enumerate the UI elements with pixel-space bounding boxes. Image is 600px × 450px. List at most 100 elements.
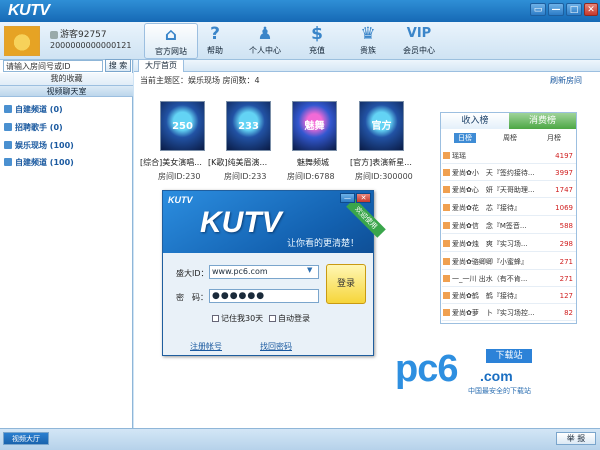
ranking-name: 爱尚✿骆卿卿『小蜜蜂』 [452, 258, 528, 266]
ranking-value: 271 [559, 258, 573, 266]
ranking-value: 1747 [555, 186, 573, 194]
help-icon: ? [210, 24, 220, 44]
dollar-icon: $ [311, 24, 323, 44]
tab-spending-ranking[interactable]: 消费榜 [509, 113, 576, 129]
status-bar [0, 428, 600, 450]
ranking-value: 3997 [555, 169, 573, 177]
room-id: 房间ID:230 [158, 172, 201, 181]
rank-icon [443, 204, 450, 211]
room-name[interactable]: [综合]美女演唱... [140, 157, 202, 168]
room-id: 房间ID:300000 [355, 172, 413, 181]
folder-icon [4, 105, 12, 113]
nav-label: 充值 [309, 46, 325, 55]
username-text: 游客92757 [60, 30, 107, 40]
avatar[interactable] [4, 26, 40, 56]
auto-login-label: 自动登录 [278, 314, 310, 323]
room-name[interactable]: 魅舞频城 [297, 157, 329, 168]
ranking-row[interactable]: 爱尚✿骆卿卿『小蜜蜂』 271 [442, 254, 576, 270]
close-button[interactable]: ✕ [584, 3, 598, 16]
dialog-close-button[interactable]: ✕ [356, 193, 371, 203]
retrieve-password-link[interactable]: 找回密码 [260, 341, 292, 352]
ranking-row[interactable]: 爱尚✿烛 爽『实习场... 298 [442, 236, 576, 252]
password-label: 密 码： [176, 293, 208, 302]
tab-monthly[interactable]: 月榜 [543, 133, 565, 143]
auto-login-checkbox[interactable]: 自动登录 [269, 313, 310, 324]
watermark-download: 下载站 [486, 349, 532, 363]
folder-icon [4, 141, 12, 149]
ranking-row[interactable]: 一_一川 出水（有不肯... 271 [442, 271, 576, 287]
my-favorites[interactable]: 我的收藏 [0, 73, 133, 85]
ranking-row[interactable]: 爱尚✿鹤 鹤『接待』 127 [442, 288, 576, 304]
room-name[interactable]: [K歌]纯美眉演... [208, 157, 267, 168]
watermark-domain: .com [480, 368, 513, 384]
user-icon [50, 30, 58, 39]
channel-item[interactable]: 招聘歌手 (0) [4, 122, 63, 134]
room-id: 房间ID:233 [224, 172, 267, 181]
rank-icon [443, 309, 450, 316]
channel-item[interactable]: 自建频道 (0) [4, 104, 63, 116]
room-thumbnail[interactable]: 魅舞 [292, 101, 337, 151]
ranking-row[interactable]: 爱尚✿心 妍『天哥助理... 1747 [442, 182, 576, 198]
rank-icon [443, 186, 450, 193]
rank-icon [443, 222, 450, 229]
ranking-row[interactable]: 爱尚✿萝 卜『实习场控... 82 [442, 305, 576, 321]
nav-personal-center[interactable]: ♟ 个人中心 [238, 23, 292, 59]
remember-label: 记住我30天 [221, 314, 264, 323]
ranking-row[interactable]: 爱尚✿小 天『签约接待... 3997 [442, 165, 576, 181]
tab-income-ranking[interactable]: 收入榜 [441, 113, 509, 129]
ranking-name: 爱尚✿鹤 鹤『接待』 [452, 292, 521, 300]
nav-label: 个人中心 [249, 46, 281, 55]
nav-help[interactable]: ? 帮助 [188, 23, 242, 59]
chevron-down-icon[interactable]: ▼ [307, 266, 312, 274]
ranking-row[interactable]: 爱尚✿信 念『M签音... 588 [442, 218, 576, 234]
report-button[interactable]: 举 报 [556, 432, 596, 445]
ranking-name: 爱尚✿心 妍『天哥助理... [452, 186, 535, 194]
video-chat-header[interactable]: 视频聊天室 [0, 85, 133, 97]
room-name[interactable]: [官方]表演新星... [350, 157, 412, 168]
ranking-row[interactable]: 爱尚✿花 芯『接待』 1069 [442, 200, 576, 216]
ranking-row[interactable]: 瑶瑶 4197 [442, 148, 576, 164]
user-id: 2000000000000121 [50, 41, 132, 50]
username: 游客92757 [50, 27, 107, 40]
room-thumbnail[interactable]: 官方 [359, 101, 404, 151]
app-logo: KUTV [8, 2, 50, 19]
dialog-minimize-button[interactable]: — [340, 193, 355, 203]
minimize-button[interactable]: — [548, 3, 564, 16]
rank-icon [443, 240, 450, 247]
remember-checkbox[interactable]: 记住我30天 [212, 313, 263, 324]
crown-icon: ♛ [360, 24, 376, 44]
ranking-value: 4197 [555, 152, 573, 160]
channel-item[interactable]: 娱乐现场 (100) [4, 140, 74, 152]
channel-label: 娱乐现场 (100) [15, 141, 74, 150]
nav-nobility[interactable]: ♛ 贵族 [341, 23, 395, 59]
folder-icon [4, 158, 12, 166]
tab-daily[interactable]: 日榜 [454, 133, 476, 143]
channel-item[interactable]: 自建频道 (100) [4, 157, 74, 169]
dialog-slogan: 让你看的更清楚！ [287, 239, 360, 249]
rank-icon [443, 152, 450, 159]
room-thumbnail[interactable]: 250 [160, 101, 205, 151]
shanda-id-field[interactable]: www.pc6.com [209, 265, 319, 279]
skin-button[interactable]: ▭ [530, 3, 546, 16]
password-field[interactable]: ●●●●●● [209, 289, 319, 303]
search-input[interactable]: 请输入房间号或ID [3, 60, 103, 72]
tab-lobby-home[interactable]: 大厅首页 [138, 59, 184, 72]
video-hall-button[interactable]: 视频大厅 [3, 432, 49, 445]
dialog-logo: KUTV [200, 206, 282, 239]
room-thumbnail[interactable]: 233 [226, 101, 271, 151]
folder-icon [4, 123, 12, 131]
ranking-value: 298 [559, 240, 573, 248]
login-button[interactable]: 登录 [326, 264, 366, 304]
refresh-rooms-link[interactable]: 刷新房间 [550, 75, 582, 86]
nav-member-center[interactable]: VIP 会员中心 [392, 23, 446, 59]
ranking-name: 爱尚✿萝 卜『实习场控... [452, 309, 535, 317]
register-link[interactable]: 注册帐号 [190, 341, 222, 352]
nav-label: 帮助 [207, 46, 223, 55]
maximize-button[interactable]: □ [566, 3, 582, 16]
rank-icon [443, 292, 450, 299]
tab-weekly[interactable]: 周榜 [499, 133, 521, 143]
rank-icon [443, 275, 450, 282]
search-button[interactable]: 搜 索 [105, 59, 131, 72]
title-bar [0, 0, 600, 22]
nav-recharge[interactable]: $ 充值 [290, 23, 344, 59]
